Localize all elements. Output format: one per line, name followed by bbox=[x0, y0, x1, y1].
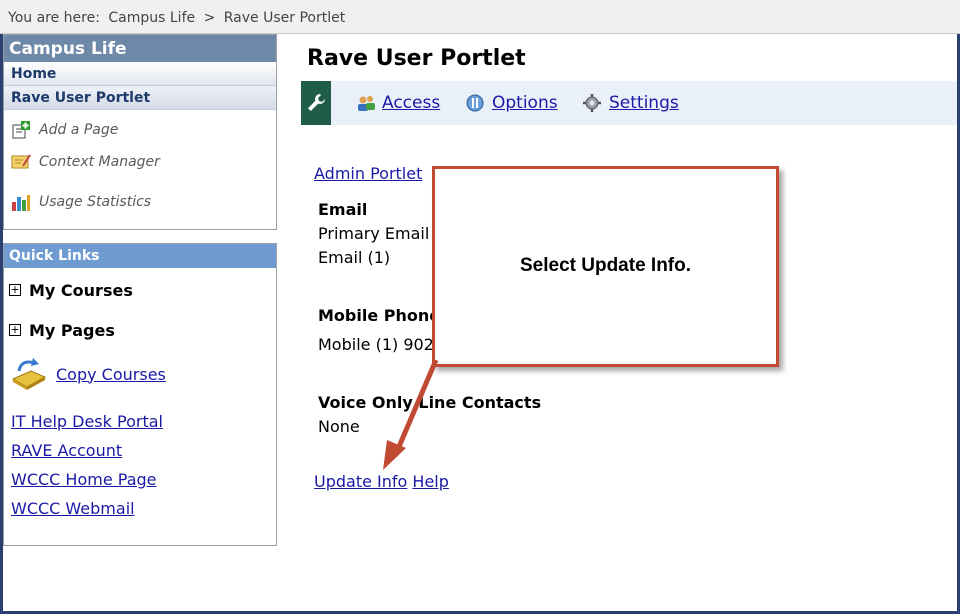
bar-chart-icon bbox=[11, 192, 31, 212]
add-page-icon bbox=[11, 120, 31, 140]
wccc-home-page-link[interactable]: WCCC Home Page bbox=[4, 470, 276, 499]
it-help-desk-link[interactable]: IT Help Desk Portal bbox=[4, 412, 276, 441]
settings-button[interactable]: Settings bbox=[583, 93, 679, 113]
context-manager-tool[interactable]: Context Manager bbox=[4, 146, 276, 178]
voice-only-item: None bbox=[318, 417, 360, 436]
expand-plus-icon[interactable]: + bbox=[9, 324, 21, 336]
email-heading: Email bbox=[318, 200, 368, 219]
mobile-phone-heading: Mobile Phone bbox=[318, 306, 441, 325]
wccc-webmail-link[interactable]: WCCC Webmail bbox=[4, 499, 276, 528]
add-page-tool[interactable]: Add a Page bbox=[4, 114, 276, 146]
mobile-item: Mobile (1) 902 bbox=[318, 335, 434, 354]
breadcrumb-prefix: You are here: bbox=[8, 10, 100, 26]
add-page-label: Add a Page bbox=[39, 122, 119, 138]
options-label: Options bbox=[492, 93, 558, 113]
email-item: Email (1) bbox=[318, 248, 391, 267]
gear-icon bbox=[583, 94, 601, 112]
breadcrumb-campus-life[interactable]: Campus Life bbox=[108, 10, 195, 26]
quick-links-title: Quick Links bbox=[4, 244, 276, 268]
callout-text: Select Update Info. bbox=[519, 254, 692, 276]
admin-portlet-link[interactable]: Admin Portlet bbox=[314, 164, 422, 183]
expand-plus-icon[interactable]: + bbox=[9, 284, 21, 296]
quick-links-panel: Quick Links + My Courses + My Pages Copy… bbox=[3, 243, 277, 546]
context-manager-label: Context Manager bbox=[39, 154, 160, 170]
options-button[interactable]: Options bbox=[466, 93, 558, 113]
users-icon bbox=[356, 94, 375, 112]
breadcrumb: You are here: Campus Life > Rave User Po… bbox=[0, 0, 960, 34]
options-icon bbox=[466, 94, 484, 112]
nav-item-home[interactable]: Home bbox=[4, 62, 276, 86]
copy-courses-row: Copy Courses bbox=[4, 350, 276, 398]
breadcrumb-separator: > bbox=[203, 10, 216, 26]
settings-label: Settings bbox=[609, 93, 679, 113]
my-pages-expander[interactable]: + My Pages bbox=[4, 310, 276, 350]
campus-life-panel: Campus Life Home Rave User Portlet Add a… bbox=[3, 34, 277, 230]
my-courses-expander[interactable]: + My Courses bbox=[4, 270, 276, 310]
help-link[interactable]: Help bbox=[412, 472, 448, 491]
wrench-icon[interactable] bbox=[301, 81, 331, 125]
usage-statistics-label: Usage Statistics bbox=[39, 194, 152, 210]
usage-statistics-tool[interactable]: Usage Statistics bbox=[4, 186, 276, 218]
update-info-link[interactable]: Update Info bbox=[314, 472, 407, 491]
copy-courses-link[interactable]: Copy Courses bbox=[56, 365, 166, 384]
main-content: Rave User Portlet Access Options Setting… bbox=[300, 34, 957, 125]
portlet-toolbar: Access Options Settings bbox=[301, 81, 957, 125]
primary-email-label: Primary Email bbox=[318, 224, 430, 243]
my-pages-label: My Pages bbox=[29, 320, 115, 340]
footer-links: Update Info Help bbox=[314, 472, 449, 491]
left-sidebar: Campus Life Home Rave User Portlet Add a… bbox=[3, 34, 277, 546]
context-manager-icon bbox=[11, 152, 31, 172]
my-courses-label: My Courses bbox=[29, 280, 133, 300]
page-title: Rave User Portlet bbox=[307, 46, 526, 71]
access-button[interactable]: Access bbox=[356, 93, 440, 113]
nav-item-rave-user-portlet[interactable]: Rave User Portlet bbox=[4, 86, 276, 110]
access-label: Access bbox=[382, 93, 441, 113]
copy-courses-icon bbox=[11, 357, 47, 391]
breadcrumb-current[interactable]: Rave User Portlet bbox=[224, 10, 345, 26]
instruction-callout: Select Update Info. bbox=[432, 166, 779, 367]
voice-only-heading: Voice Only Line Contacts bbox=[318, 393, 542, 412]
panel-title: Campus Life bbox=[4, 35, 276, 62]
rave-account-link[interactable]: RAVE Account bbox=[4, 441, 276, 470]
